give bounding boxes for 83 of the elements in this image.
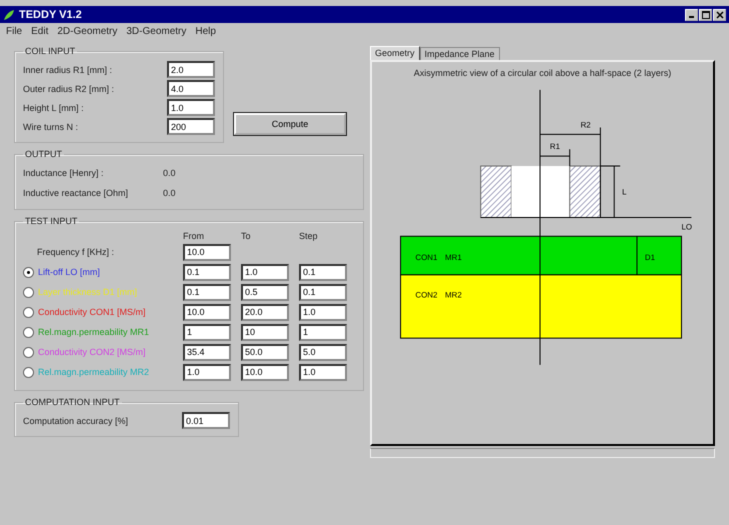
radio-button[interactable] — [23, 366, 34, 378]
output-label: Inductive reactance [Ohm] — [23, 188, 130, 198]
field-label: Computation accuracy [%] — [23, 416, 128, 426]
leaf-icon — [3, 8, 15, 20]
input-field[interactable]: 0.1 — [299, 284, 347, 300]
group-title: OUTPUT — [24, 149, 63, 159]
radio-label: Layer thickness D1 [mm] — [38, 287, 138, 297]
minimize-button[interactable] — [685, 8, 698, 20]
dimension-label: R1 — [549, 142, 560, 152]
input-field[interactable]: 10 — [241, 324, 289, 340]
output-label: Inductance [Henry] : — [23, 168, 105, 178]
input-field[interactable]: 1.0 — [241, 264, 289, 280]
input-field[interactable]: 35.4 — [183, 344, 231, 360]
maximize-icon — [702, 10, 710, 18]
input-field[interactable]: 10.0 — [183, 244, 231, 260]
dimension-label: LO — [680, 222, 692, 232]
radio-label: Conductivity CON2 [MS/m] — [38, 347, 146, 357]
menu-item[interactable]: Edit — [31, 26, 48, 37]
field-label: Height L [mm] : — [23, 102, 84, 112]
group-title: COIL INPUT — [24, 46, 76, 56]
diagram-caption: Axisymmetric view of a circular coil above a half-space (2 layers) — [414, 68, 672, 78]
tab[interactable]: Impedance Plane — [420, 47, 500, 60]
coil-core — [510, 166, 570, 218]
column-header: From — [183, 231, 205, 241]
input-field[interactable]: 1.0 — [167, 99, 215, 116]
input-field[interactable]: 20.0 — [241, 304, 289, 320]
column-header: Step — [299, 231, 319, 241]
radio-button[interactable] — [23, 346, 34, 358]
radio-label: Lift-off LO [mm] — [38, 267, 100, 277]
column-header: To — [241, 231, 252, 241]
layer-label: CON2 — [414, 290, 437, 300]
radio-button[interactable] — [23, 326, 34, 338]
menu-item[interactable]: 2D-Geometry — [57, 26, 118, 37]
input-field[interactable]: 1 — [299, 324, 347, 340]
menu-item[interactable]: Help — [195, 26, 216, 37]
radio-label: Rel.magn.permeability MR2 — [38, 367, 150, 377]
input-field[interactable]: 5.0 — [299, 344, 347, 360]
coil-winding — [568, 166, 600, 218]
input-field[interactable]: 1 — [183, 324, 231, 340]
input-field[interactable]: 2.0 — [167, 61, 215, 78]
radio-button[interactable] — [23, 306, 34, 318]
input-field[interactable]: 10.0 — [183, 304, 231, 320]
layer-label: MR2 — [444, 290, 462, 300]
input-field[interactable]: 0.1 — [183, 284, 231, 300]
input-field[interactable]: 1.0 — [299, 364, 347, 380]
input-field[interactable]: 200 — [167, 118, 215, 135]
dimension-label: R2 — [580, 120, 590, 130]
menu-item[interactable]: File — [6, 26, 22, 37]
input-field[interactable]: 4.0 — [167, 80, 215, 97]
maximize-button[interactable] — [699, 8, 712, 20]
radio-button[interactable] — [23, 286, 34, 298]
tab[interactable]: Geometry — [370, 46, 420, 60]
dimension-label: L — [622, 188, 626, 197]
minimize-icon — [689, 16, 694, 18]
input-field[interactable]: 0.1 — [183, 264, 231, 280]
close-button[interactable] — [713, 8, 726, 20]
divider-line — [636, 236, 637, 276]
input-field[interactable]: 0.5 — [241, 284, 289, 300]
group-title: COMPUTATION INPUT — [24, 397, 121, 407]
layer-label: CON1 — [414, 253, 437, 262]
group-title: TEST INPUT — [24, 216, 78, 226]
close-icon — [716, 10, 724, 18]
layer-label: MR1 — [444, 253, 462, 262]
compute-button[interactable]: Compute — [234, 113, 346, 135]
input-field[interactable]: 0.01 — [182, 412, 230, 429]
input-field[interactable]: 0.1 — [299, 264, 347, 280]
input-field[interactable]: 10.0 — [241, 364, 289, 380]
field-label: Outer radius R2 [mm] : — [23, 84, 114, 94]
output-value: 0.0 — [163, 168, 176, 178]
output-value: 0.0 — [163, 188, 176, 198]
menu-item[interactable]: 3D-Geometry — [126, 26, 186, 37]
field-label: Frequency f [KHz] : — [36, 247, 116, 257]
input-field[interactable]: 1.0 — [299, 304, 347, 320]
dimension-label: D1 — [644, 253, 654, 262]
field-label: Inner radius R1 [mm] : — [23, 64, 112, 74]
input-field[interactable]: 50.0 — [241, 344, 289, 360]
coil-winding — [480, 166, 512, 218]
window-title: TEDDY V1.2 — [19, 8, 82, 20]
field-label: Wire turns N : — [23, 122, 78, 132]
radio-label: Rel.magn.permeability MR1 — [38, 327, 150, 337]
input-field[interactable]: 1.0 — [183, 364, 231, 380]
radio-label: Conductivity CON1 [MS/m] — [38, 307, 146, 317]
radio-button[interactable] — [23, 266, 34, 278]
